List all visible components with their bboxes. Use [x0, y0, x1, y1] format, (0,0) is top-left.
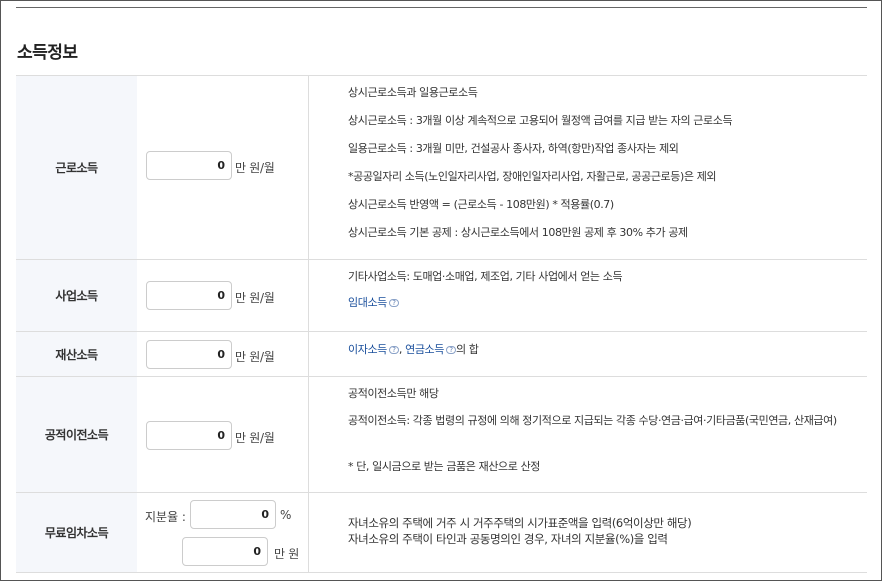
desc-line: 상시근로소득 기본 공제 : 상시근로소득에서 108만원 공제 후 30% 추… [348, 226, 688, 239]
question-icon[interactable]: ? [388, 346, 399, 354]
row-public-transfer-income: 공적이전소득 0 만 원/월 공적이전소득만 해당 공적이전소득: 각종 법령의… [16, 377, 867, 493]
ratio-input[interactable]: 0 [190, 500, 276, 529]
public-transfer-input[interactable]: 0 [146, 421, 232, 450]
row-description: 상시근로소득과 일용근로소득 상시근로소득 : 3개월 이상 계속적으로 고용되… [309, 76, 867, 260]
percent-unit: % [280, 508, 292, 522]
row-earned-income: 근로소득 0 만 원/월 상시근로소득과 일용근로소득 상시근로소득 : 3개월… [16, 76, 867, 260]
earned-income-input[interactable]: 0 [146, 151, 232, 180]
row-description: 공적이전소득만 해당 공적이전소득: 각종 법령의 규정에 의해 정기적으로 지… [309, 377, 867, 493]
section-title: 소득정보 [17, 43, 78, 63]
row-label: 사업소득 [16, 260, 137, 331]
row-label: 재산소득 [16, 332, 137, 376]
free-rent-input[interactable]: 0 [182, 537, 268, 566]
desc-line: 상시근로소득 : 3개월 이상 계속적으로 고용되어 월정액 급여를 지급 받는… [348, 114, 733, 127]
desc-line: * 단, 일시금으로 받는 금품은 재산으로 산정 [348, 460, 541, 473]
property-income-input[interactable]: 0 [146, 340, 232, 369]
ratio-label: 지분율 : [145, 510, 186, 524]
row-label: 공적이전소득 [16, 377, 137, 492]
desc-line: 자녀소유의 주택이 타인과 공동명의인 경우, 자녀의 지분율(%)을 입력 [348, 532, 668, 546]
unit-label: 만 원/월 [235, 291, 275, 305]
unit-label: 만 원 [274, 547, 299, 561]
pension-income-link[interactable]: 연금소득 [405, 343, 444, 356]
desc-line: 기타사업소득: 도매업·소매업, 제조업, 기타 사업에서 얻는 소득 [348, 270, 623, 283]
business-income-input[interactable]: 0 [146, 281, 232, 310]
row-business-income: 사업소득 0 만 원/월 기타사업소득: 도매업·소매업, 제조업, 기타 사업… [16, 260, 867, 332]
unit-label: 만 원/월 [235, 161, 275, 175]
desc-line: 자녀소유의 주택에 거주 시 거주주택의 시가표준액을 입력(6억이상만 해당) [348, 516, 692, 530]
row-description: 이자소득?, 연금소득? 의 합 [348, 343, 479, 356]
question-icon[interactable]: ? [445, 346, 456, 354]
desc-line: 상시근로소득과 일용근로소득 [348, 86, 478, 99]
row-property-income: 재산소득 0 만 원/월 이자소득?, 연금소득? 의 합 [16, 332, 867, 377]
row-label: 근로소득 [16, 76, 137, 259]
unit-label: 만 원/월 [235, 350, 275, 364]
row-free-rent-income: 무료임차소득 지분율 : 0 % 0 만 원 자녀소유의 주택에 거주 시 거주… [16, 493, 867, 573]
interest-income-link[interactable]: 이자소득 [348, 343, 387, 356]
rental-income-link[interactable]: 임대소득 [348, 296, 387, 309]
row-label: 무료임차소득 [16, 493, 137, 572]
desc-line: 일용근로소득 : 3개월 미만, 건설공사 종사자, 하역(항만)작업 종사자는… [348, 142, 679, 155]
desc-line: 공적이전소득: 각종 법령의 규정에 의해 정기적으로 지급되는 각종 수당·연… [348, 414, 837, 427]
desc-line: *공공일자리 소득(노인일자리사업, 장애인일자리사업, 자활근로, 공공근로등… [348, 170, 717, 183]
row-description: 자녀소유의 주택에 거주 시 거주주택의 시가표준액을 입력(6억이상만 해당)… [309, 493, 867, 573]
question-icon[interactable]: ? [388, 299, 399, 307]
row-description: 기타사업소득: 도매업·소매업, 제조업, 기타 사업에서 얻는 소득 임대소득… [309, 260, 867, 332]
unit-label: 만 원/월 [235, 431, 275, 445]
top-divider [16, 7, 867, 8]
income-table: 근로소득 0 만 원/월 상시근로소득과 일용근로소득 상시근로소득 : 3개월… [16, 75, 867, 573]
desc-line: 공적이전소득만 해당 [348, 387, 439, 400]
desc-line: 상시근로소득 반영액 = (근로소득 - 108만원) * 적용률(0.7) [348, 198, 614, 211]
